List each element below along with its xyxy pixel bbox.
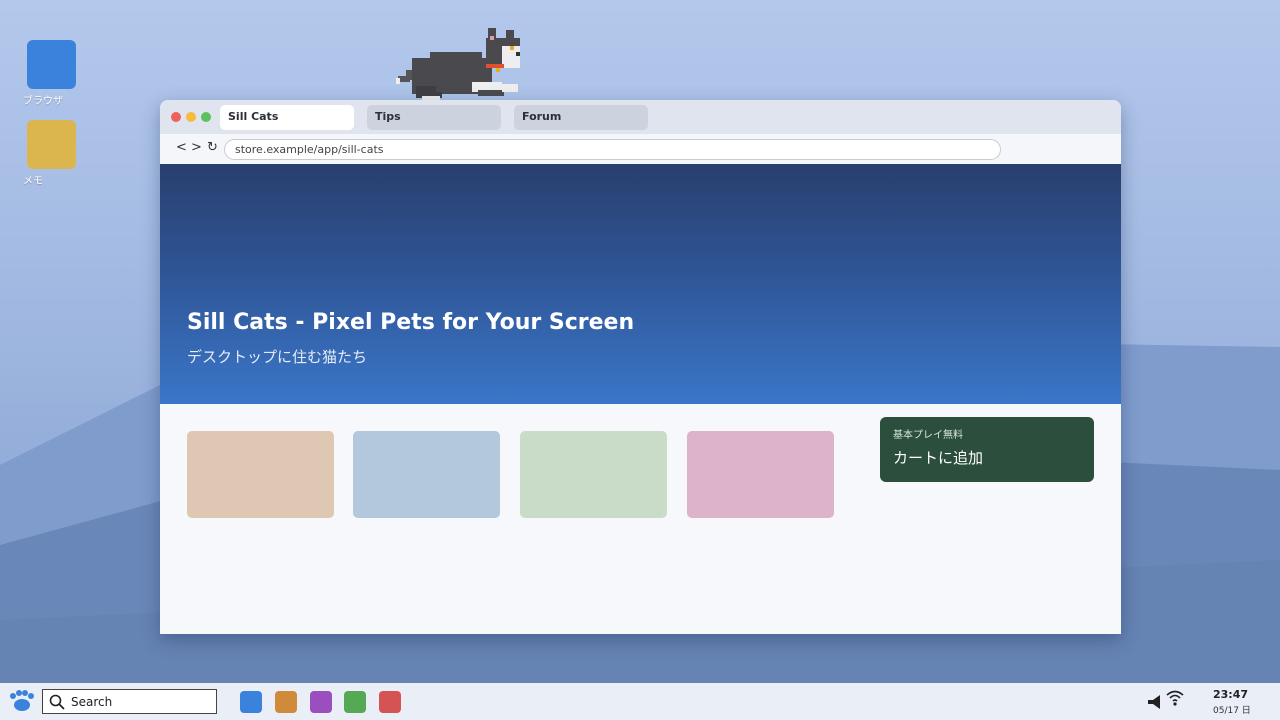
search-icon (49, 694, 65, 710)
search-placeholder: Search (71, 695, 113, 709)
desktop-icon-label: メモ (23, 176, 43, 187)
price-label: 基本プレイ無料 (893, 430, 963, 441)
search-input[interactable]: Search (42, 689, 217, 714)
browser-app-icon (27, 40, 76, 89)
page-subtitle: デスクトップに住む猫たち (187, 348, 368, 366)
close-window-button[interactable] (171, 112, 181, 122)
screenshot-card[interactable] (520, 431, 667, 518)
hero-banner: Sill Cats - Pixel Pets for Your Screen デ… (160, 164, 1121, 404)
tab-sill-cats[interactable]: Sill Cats (220, 105, 354, 130)
tab-bar: Sill Cats Tips Forum (160, 100, 1121, 134)
maximize-window-button[interactable] (201, 112, 211, 122)
taskbar-app-blue[interactable] (240, 691, 262, 713)
paw-icon[interactable] (9, 689, 35, 713)
taskbar: Search 23:47 05/17 日 (0, 683, 1280, 720)
taskbar-app-red[interactable] (379, 691, 401, 713)
taskbar-app-green[interactable] (344, 691, 366, 713)
reload-button[interactable]: ↻ (207, 140, 218, 156)
memo-app-icon (27, 120, 76, 169)
browser-window: Sill Cats Tips Forum < > ↻ store.example… (160, 100, 1121, 634)
desktop-icon-browser[interactable]: ブラウザ (22, 40, 82, 107)
tab-forum[interactable]: Forum (514, 105, 648, 130)
wifi-icon[interactable] (1165, 689, 1185, 707)
desktop-icon-memo[interactable]: メモ (22, 120, 82, 187)
tab-tips[interactable]: Tips (367, 105, 501, 130)
address-bar[interactable]: store.example/app/sill-cats (224, 139, 1001, 160)
clock-date[interactable]: 05/17 日 (1213, 703, 1251, 716)
minimize-window-button[interactable] (186, 112, 196, 122)
back-button[interactable]: < (176, 140, 187, 156)
volume-icon[interactable] (1146, 693, 1164, 711)
taskbar-app-purple[interactable] (310, 691, 332, 713)
screenshot-card[interactable] (187, 431, 334, 518)
page-title: Sill Cats - Pixel Pets for Your Screen (187, 310, 635, 335)
taskbar-app-orange[interactable] (275, 691, 297, 713)
screenshot-card[interactable] (687, 431, 834, 518)
navigation-bar: < > ↻ store.example/app/sill-cats (160, 134, 1121, 164)
forward-button[interactable]: > (191, 140, 202, 156)
desktop-icon-label: ブラウザ (23, 96, 63, 107)
screenshot-card[interactable] (353, 431, 500, 518)
add-to-cart-button[interactable]: 基本プレイ無料 カートに追加 (880, 417, 1094, 482)
add-to-cart-label: カートに追加 (893, 449, 984, 467)
clock-time[interactable]: 23:47 (1213, 688, 1248, 701)
pixel-cat[interactable] (394, 26, 526, 100)
